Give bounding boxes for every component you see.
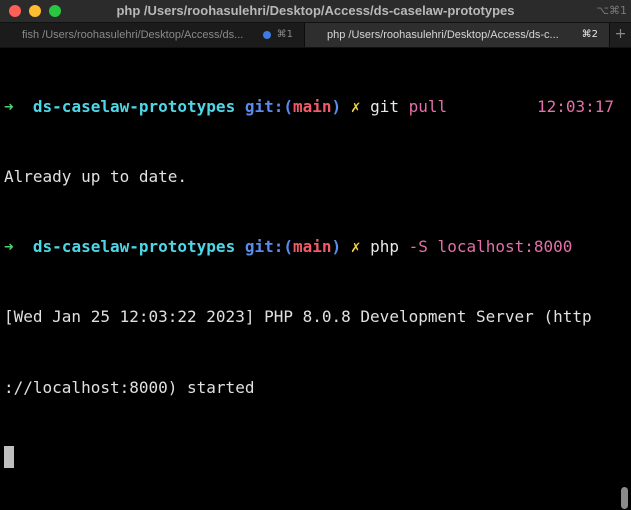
prompt-arrow-icon: ➜ bbox=[4, 237, 14, 257]
input-line[interactable] bbox=[4, 445, 626, 469]
title-bar: php /Users/roohasulehri/Desktop/Access/d… bbox=[0, 0, 631, 22]
command: php bbox=[370, 237, 400, 257]
text-cursor bbox=[4, 445, 14, 468]
prompt-timestamp: 12:03:17 bbox=[536, 96, 614, 116]
window-shortcut: ⌥⌘1 bbox=[596, 4, 627, 17]
scrollbar[interactable] bbox=[621, 487, 628, 509]
dirty-marker-icon: ✗ bbox=[350, 96, 361, 116]
prompt-directory: ds-caselaw-prototypes bbox=[32, 96, 236, 116]
git-label-close: ) bbox=[331, 237, 342, 257]
tab-shortcut: ⌘1 bbox=[276, 29, 293, 40]
git-branch: main bbox=[293, 96, 332, 116]
prompt-arrow-icon: ➜ bbox=[4, 96, 14, 116]
tab-fish[interactable]: fish /Users/roohasulehri/Desktop/Access/… bbox=[0, 23, 305, 47]
command: git bbox=[370, 96, 400, 116]
new-tab-button[interactable]: + bbox=[610, 23, 631, 47]
activity-dot-icon bbox=[263, 31, 271, 39]
output-line: [Wed Jan 25 12:03:22 2023] PHP 8.0.8 Dev… bbox=[4, 307, 592, 327]
tab-shortcut: ⌘2 bbox=[581, 29, 598, 40]
tab-bar: fish /Users/roohasulehri/Desktop/Access/… bbox=[0, 22, 631, 48]
terminal-output[interactable]: ➜ ds-caselaw-prototypes git:(main) ✗ git… bbox=[4, 48, 626, 510]
tab-label: fish /Users/roohasulehri/Desktop/Access/… bbox=[22, 29, 244, 41]
output-line: Already up to date. bbox=[4, 167, 188, 187]
git-label-close: ) bbox=[331, 96, 342, 116]
output-line: ://localhost:8000) started bbox=[4, 377, 255, 397]
prompt-line: ➜ ds-caselaw-prototypes git:(main) ✗ git… bbox=[4, 95, 626, 118]
tab-php[interactable]: php /Users/roohasulehri/Desktop/Access/d… bbox=[305, 23, 610, 47]
git-label: git:( bbox=[244, 96, 294, 116]
command-argument: -S localhost:8000 bbox=[408, 237, 573, 257]
command-argument: pull bbox=[408, 96, 448, 116]
window-title: php /Users/roohasulehri/Desktop/Access/d… bbox=[116, 3, 515, 18]
dirty-marker-icon: ✗ bbox=[350, 237, 361, 257]
prompt-directory: ds-caselaw-prototypes bbox=[32, 237, 236, 257]
tab-label: php /Users/roohasulehri/Desktop/Access/d… bbox=[327, 29, 559, 41]
git-branch: main bbox=[293, 237, 332, 257]
git-label: git:( bbox=[244, 237, 294, 257]
prompt-line: ➜ ds-caselaw-prototypes git:(main) ✗ php… bbox=[4, 235, 626, 258]
terminal-window: php /Users/roohasulehri/Desktop/Access/d… bbox=[0, 0, 631, 510]
